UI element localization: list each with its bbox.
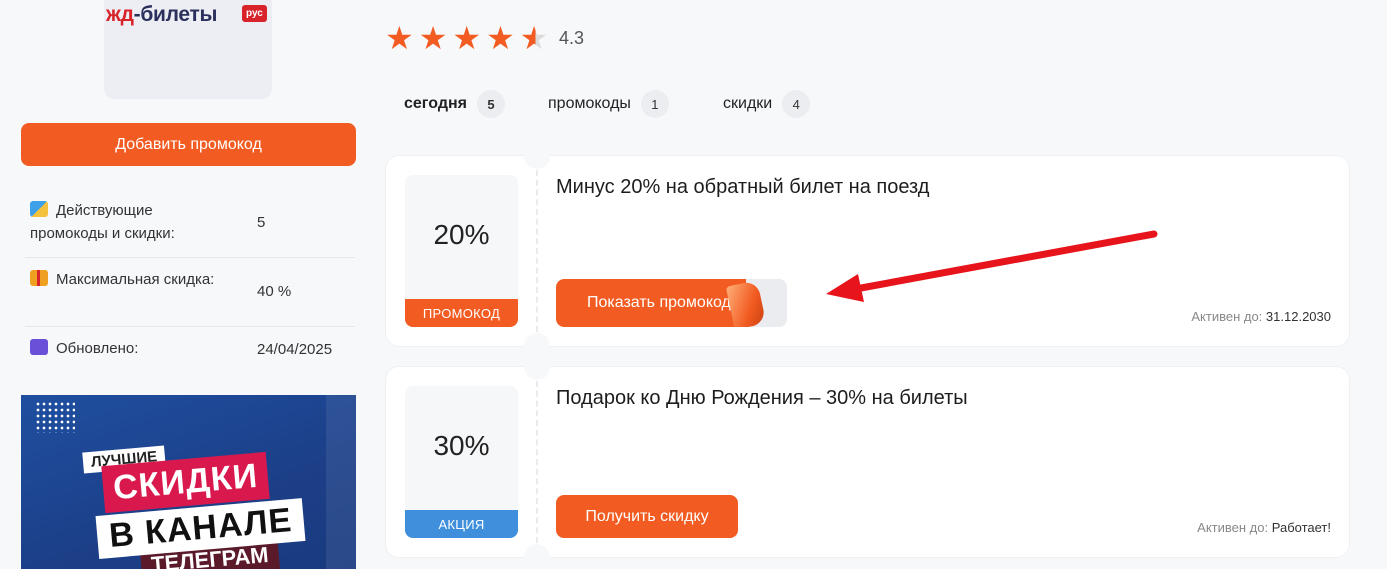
discount-badge: 30% АКЦИЯ xyxy=(405,386,518,538)
peel-corner-icon xyxy=(725,280,767,327)
tab-promocodes[interactable]: промокоды 1 xyxy=(548,90,669,118)
tab-today[interactable]: сегодня 5 xyxy=(404,90,505,118)
expiry-date: 31.12.2030 xyxy=(1265,309,1331,324)
stat-label: Максимальная скидка: xyxy=(56,271,215,288)
telegram-channel-banner[interactable]: ЛУЧШИЕ СКИДКИ ТЕЛЕГРАМ В КАНАЛЕ xyxy=(21,395,356,569)
offer-expiry: Активен до: 31.12.2030 xyxy=(1191,309,1331,324)
star-icon: ★ xyxy=(452,20,482,56)
tab-label: скидки xyxy=(723,95,773,112)
offer-type-tag: ПРОМОКОД xyxy=(405,299,518,327)
stat-label: Действующие промокоды и скидки: xyxy=(30,202,175,242)
offer-card: 30% АКЦИЯ Подарок ко Дню Рождения – 30% … xyxy=(385,354,1350,569)
tab-count: 5 xyxy=(476,90,505,118)
tab-label: промокоды xyxy=(548,95,631,112)
stat-value: 5 xyxy=(257,214,266,231)
clock-icon xyxy=(30,339,48,355)
annotation-arrow-icon xyxy=(826,230,1158,302)
banner-dots-decoration xyxy=(35,401,75,433)
gift-icon xyxy=(30,270,48,286)
store-logo: жд-билеты xyxy=(106,3,218,26)
offer-type-tag: АКЦИЯ xyxy=(405,510,518,538)
add-promocode-button[interactable]: Добавить промокод xyxy=(21,123,356,166)
shopping-bag-icon xyxy=(30,201,48,217)
discount-badge: 20% ПРОМОКОД xyxy=(405,175,518,327)
get-discount-button[interactable]: Получить скидку xyxy=(556,495,738,538)
stat-active-offers: Действующие промокоды и скидки: 5 xyxy=(25,190,355,258)
rating-value: 4.3 xyxy=(559,28,585,48)
offer-expiry: Активен до: Работает! xyxy=(1197,520,1331,535)
discount-percent: 20% xyxy=(433,219,490,250)
tab-count: 4 xyxy=(782,90,811,118)
show-promocode-button[interactable]: Показать промокод xyxy=(556,279,787,327)
tab-discounts[interactable]: скидки 4 xyxy=(723,90,811,118)
rating-stars[interactable]: ★ ★ ★ ★ ★ xyxy=(385,22,548,54)
stat-max-discount: Максимальная скидка: 40 % xyxy=(25,258,355,327)
star-half-icon: ★ xyxy=(519,20,549,56)
offer-title[interactable]: Минус 20% на обратный билет на поезд xyxy=(556,176,929,199)
logo-badge: рус xyxy=(242,5,267,22)
tab-count: 1 xyxy=(640,90,669,118)
discount-percent: 30% xyxy=(433,430,490,461)
show-promocode-label: Показать промокод xyxy=(556,279,746,327)
stat-value: 40 % xyxy=(257,283,292,300)
star-icon: ★ xyxy=(486,20,515,56)
star-icon: ★ xyxy=(418,20,448,56)
store-stats: Действующие промокоды и скидки: 5 Максим… xyxy=(25,190,355,373)
star-icon: ★ xyxy=(385,20,414,56)
expiry-date: Работает! xyxy=(1271,520,1331,535)
offer-title[interactable]: Подарок ко Дню Рождения – 30% на билеты xyxy=(556,387,968,410)
stat-label: Обновлено: xyxy=(56,340,139,357)
tab-label: сегодня xyxy=(404,95,467,112)
stat-value: 24/04/2025 xyxy=(257,341,333,358)
stat-updated: Обновлено: 24/04/2025 xyxy=(25,327,355,373)
